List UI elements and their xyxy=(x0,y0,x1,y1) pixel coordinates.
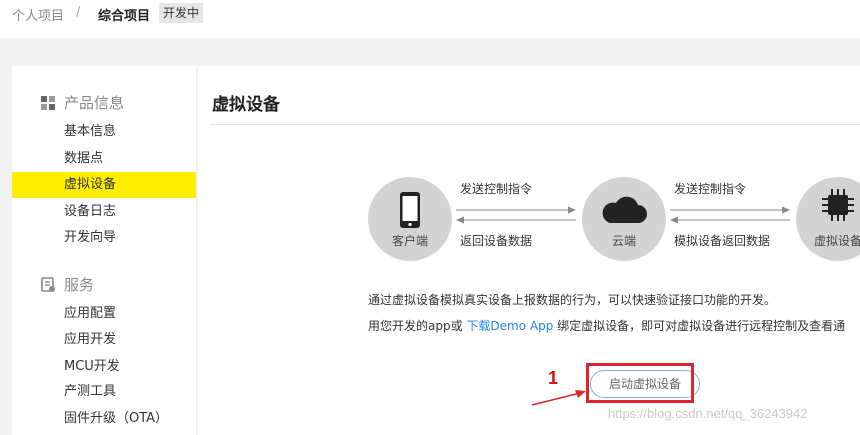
sidebar-item-basic-info[interactable]: 基本信息 xyxy=(12,119,196,145)
sidebar: 产品信息 基本信息 数据点 虚拟设备 设备日志 开发向导 服务 应用配置 应用开… xyxy=(12,66,196,435)
watermark: https://blog.csdn.net/qq_36243942 xyxy=(608,406,808,421)
diagram-node-label: 客户端 xyxy=(391,234,428,248)
diagram-node-label: 虚拟设备 xyxy=(813,234,860,248)
main-panel: 虚拟设备 客户端 发送控制指令 返回设备数据 云端 发送控制指令 模拟设备返回数… xyxy=(198,66,860,435)
page-title: 虚拟设备 xyxy=(212,95,280,115)
diagram-node-label: 云端 xyxy=(611,234,636,248)
download-demo-app-link[interactable]: 下载Demo App xyxy=(466,319,553,333)
diagram-link-top-label: 发送控制指令 xyxy=(674,182,747,196)
service-icon xyxy=(41,277,55,292)
breadcrumb-current-project: 综合项目 xyxy=(98,9,151,24)
phone-icon xyxy=(400,192,420,228)
sidebar-item-virtual-device[interactable]: 虚拟设备 xyxy=(12,172,196,198)
right-arrow-icon xyxy=(670,206,790,214)
chip-icon xyxy=(822,189,854,221)
sidebar-item-datapoints[interactable]: 数据点 xyxy=(12,146,196,172)
annotation-arrow-icon xyxy=(531,390,586,406)
breadcrumb: 个人项目 / 综合项目 开发中 xyxy=(0,0,860,38)
right-arrow-icon xyxy=(456,206,576,214)
left-arrow-icon xyxy=(670,216,790,224)
description-line-2: 用您开发的app或 下载Demo App 绑定虚拟设备，即可对虚拟设备进行远程控… xyxy=(368,317,845,334)
sidebar-item-app-config[interactable]: 应用配置 xyxy=(12,301,196,327)
sidebar-section-title: 服务 xyxy=(64,276,95,294)
description-line-1: 通过虚拟设备模拟真实设备上报数据的行为，可以快速验证接口功能的开发。 xyxy=(368,293,777,307)
cloud-icon xyxy=(602,196,647,223)
diagram-node-cloud: 云端 xyxy=(582,177,666,261)
annotation-highlight-box xyxy=(586,363,694,403)
grid-icon xyxy=(41,96,55,110)
diagram-link-top-label: 发送控制指令 xyxy=(460,182,533,196)
annotation-step-number: 1 xyxy=(548,368,559,388)
diagram-link-bottom-label: 模拟设备返回数据 xyxy=(674,234,771,248)
sidebar-item-mcu-dev[interactable]: MCU开发 xyxy=(12,354,196,380)
left-arrow-icon xyxy=(456,216,576,224)
sidebar-item-factory-test[interactable]: 产测工具 xyxy=(12,379,196,405)
diagram-node-client: 客户端 xyxy=(368,177,452,261)
sidebar-item-ota[interactable]: 固件升级（OTA） xyxy=(12,406,196,432)
description-text: 绑定虚拟设备，即可对虚拟设备进行远程控制及查看通 xyxy=(557,319,846,333)
divider xyxy=(210,124,860,125)
status-badge: 开发中 xyxy=(159,3,204,23)
sidebar-item-device-log[interactable]: 设备日志 xyxy=(12,199,196,225)
breadcrumb-root-link[interactable]: 个人项目 xyxy=(12,5,64,24)
breadcrumb-separator: / xyxy=(76,5,81,20)
diagram-link-bottom-label: 返回设备数据 xyxy=(460,234,533,248)
sidebar-section-title: 产品信息 xyxy=(64,94,125,112)
sidebar-item-dev-guide[interactable]: 开发向导 xyxy=(12,225,196,251)
description-text: 用您开发的app或 xyxy=(368,319,463,333)
sidebar-item-app-dev[interactable]: 应用开发 xyxy=(12,327,196,353)
diagram-node-virtual-device: 虚拟设备 xyxy=(796,177,860,261)
